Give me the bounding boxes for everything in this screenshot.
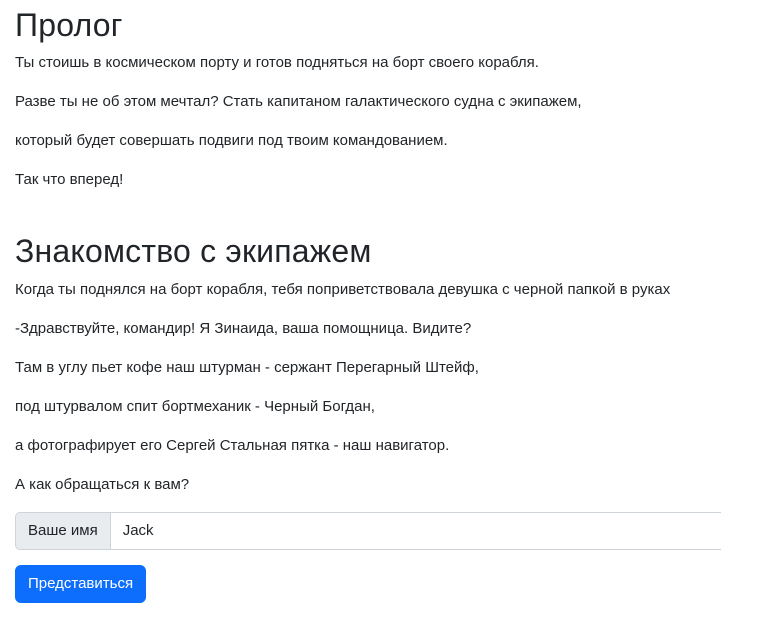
crew-paragraph: А как обращаться к вам? (15, 475, 190, 493)
page-content: Пролог Ты стоишь в космическом порту и г… (0, 0, 757, 603)
introduce-button[interactable]: Представиться (15, 564, 147, 603)
name-label: Ваше имя (15, 511, 110, 550)
crew-paragraph: под штурвалом спит бортмеханик - Черный … (15, 397, 375, 415)
crew-paragraph: Там в углу пьет кофе наш штурман - сержа… (15, 358, 479, 376)
prolog-heading: Пролог (15, 7, 123, 43)
prolog-paragraph: Ты стоишь в космическом порту и готов по… (15, 54, 539, 72)
name-input[interactable] (109, 511, 721, 550)
prolog-paragraph: Разве ты не об этом мечтал? Стать капита… (15, 93, 582, 111)
prolog-paragraph: Так что вперед! (15, 171, 124, 189)
crew-heading: Знакомство с экипажем (15, 233, 372, 270)
crew-paragraph: -Здравствуйте, командир! Я Зинаида, ваша… (15, 319, 472, 337)
prolog-paragraph: который будет совершать подвиги под твои… (15, 132, 448, 150)
crew-paragraph: а фотографирует его Сергей Стальная пятк… (15, 436, 450, 454)
name-input-group: Ваше имя (15, 511, 721, 550)
crew-paragraph: Когда ты поднялся на борт корабля, тебя … (15, 280, 671, 298)
